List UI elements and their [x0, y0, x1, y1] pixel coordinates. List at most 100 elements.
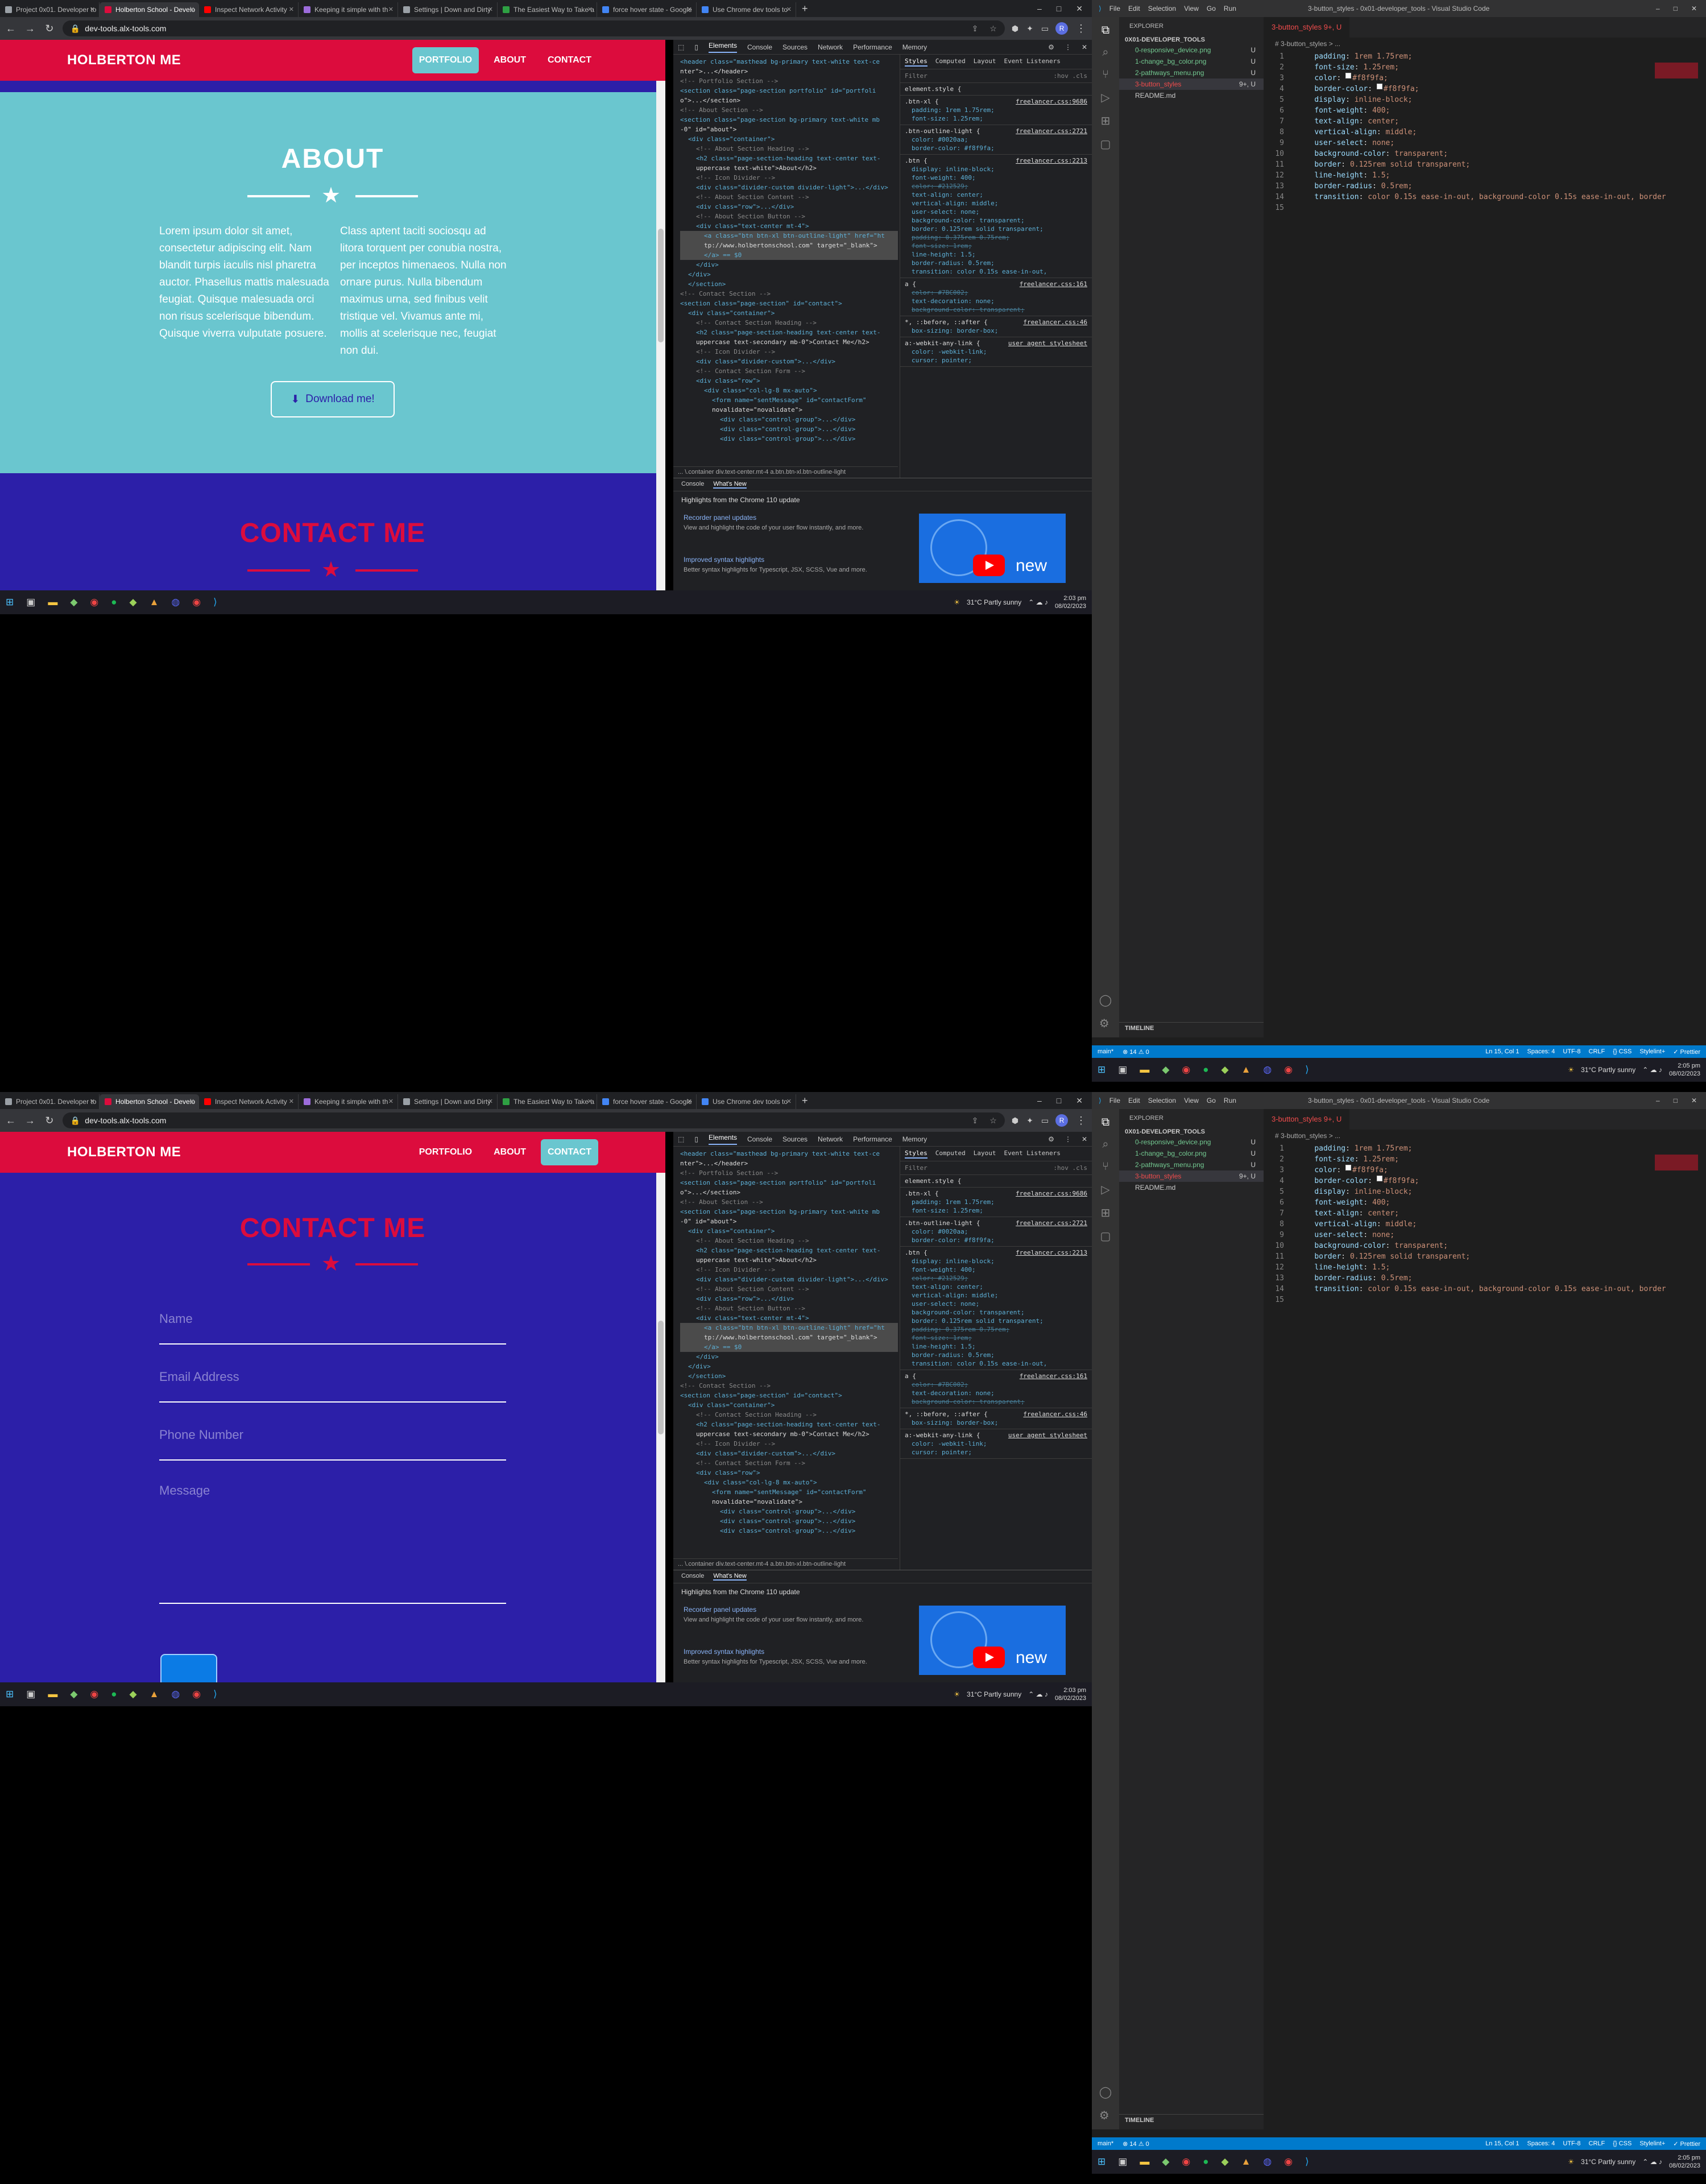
close-tab-icon[interactable]: ✕ [687, 1098, 692, 1105]
dom-node[interactable]: uppercase text-white">About</h2> [680, 163, 898, 173]
explorer-file[interactable]: 0-responsive_device.png U [1119, 44, 1264, 56]
bookmark-star-icon[interactable]: ☆ [989, 24, 997, 34]
css-declaration[interactable]: border-color: #f8f9fa; [905, 1236, 1087, 1244]
dom-node[interactable]: <div class="container"> [680, 308, 898, 318]
dom-node[interactable]: <div class="container"> [680, 1400, 898, 1410]
status-item[interactable]: ⊗ 14 ⚠ 0 [1123, 1048, 1149, 1056]
video-thumbnail[interactable]: new [919, 514, 1066, 583]
spotify-icon[interactable]: ● [1203, 2156, 1208, 2168]
chrome-icon[interactable]: ◉ [90, 597, 98, 608]
explorer-file[interactable]: 3-button_styles 9+, U [1119, 1170, 1264, 1182]
account-icon[interactable]: ◯ [1099, 993, 1112, 1007]
css-declaration[interactable]: border-radius: 0.5rem; [905, 1351, 1087, 1359]
page-scrollbar[interactable] [656, 1173, 665, 1682]
css-declaration[interactable]: color: #7BC002; [905, 1380, 1087, 1389]
close-tab-icon[interactable]: ✕ [786, 6, 792, 13]
minimize-icon[interactable]: – [1037, 4, 1042, 14]
dom-node[interactable]: <form name="sentMessage" id="contactForm… [680, 395, 898, 405]
app-icon[interactable]: ▲ [1241, 2156, 1251, 2168]
app-icon[interactable]: ◆ [1162, 1064, 1169, 1076]
app-icon[interactable]: ◆ [70, 597, 77, 608]
email-input[interactable]: Email Address [159, 1364, 506, 1403]
sidepanel-icon[interactable]: ▭ [1041, 24, 1049, 34]
code-line[interactable]: 14 transition: color 0.15s ease-in-out, … [1264, 1284, 1706, 1294]
styles-subtab[interactable]: Layout [974, 57, 996, 67]
maximize-icon[interactable]: □ [1057, 1096, 1061, 1106]
css-declaration[interactable]: font-size: 1rem; [905, 1334, 1087, 1342]
dom-node[interactable]: <section class="page-section bg-primary … [680, 1207, 898, 1217]
minimap[interactable] [1655, 1155, 1698, 1170]
color-swatch[interactable] [1376, 84, 1382, 89]
download-button[interactable]: ⬇ Download me! [271, 381, 395, 417]
css-rule[interactable]: .btn {freelancer.css:2213 display: inline… [900, 1247, 1092, 1370]
app-icon[interactable]: ◆ [70, 1689, 77, 1700]
styles-subtab[interactable]: Event Listeners [1004, 57, 1060, 67]
weather-text[interactable]: 31°C Partly sunny [1581, 1066, 1635, 1074]
css-declaration[interactable]: text-decoration: none; [905, 297, 1087, 305]
dom-node[interactable]: o">...</section> [680, 96, 898, 105]
hov-cls-toggle[interactable]: :hov .cls [1053, 1164, 1087, 1172]
weather-icon[interactable]: ☀ [1568, 2158, 1574, 2166]
source-control-icon[interactable]: ⑂ [1102, 68, 1109, 81]
status-item[interactable]: Stylelint+ [1639, 1048, 1665, 1056]
task-view-icon[interactable]: ▣ [1118, 2156, 1127, 2168]
minimize-icon[interactable]: – [1656, 5, 1660, 13]
share-icon[interactable]: ⇪ [972, 24, 979, 34]
device-toggle-icon[interactable]: ▯ [694, 1135, 698, 1143]
css-declaration[interactable]: cursor: pointer; [905, 1448, 1087, 1457]
maximize-icon[interactable]: □ [1674, 1097, 1678, 1105]
browser-tab[interactable]: Inspect Network Activity ✕ [199, 2, 299, 17]
css-declaration[interactable]: color: #212529; [905, 182, 1087, 191]
css-rule[interactable]: a:-webkit-any-link {user agent styleshee… [900, 1429, 1092, 1459]
breadcrumb[interactable]: # 3-button_styles > ... [1264, 38, 1706, 50]
chrome-icon[interactable]: ◉ [192, 1689, 201, 1700]
styles-filter-input[interactable]: Filter [905, 72, 927, 80]
dom-node[interactable]: <h2 class="page-section-heading text-cen… [680, 328, 898, 337]
css-declaration[interactable]: user-select: none; [905, 1300, 1087, 1308]
code-line[interactable]: 12 line-height: 1.5; [1264, 170, 1706, 181]
close-window-icon[interactable]: ✕ [1076, 1096, 1083, 1106]
css-source-link[interactable]: freelancer.css:161 [1020, 1372, 1087, 1380]
explorer-file[interactable]: 1-change_bg_color.png U [1119, 1148, 1264, 1159]
dom-node[interactable]: </div> [680, 1362, 898, 1371]
dom-node[interactable]: <!-- Icon Divider --> [680, 1439, 898, 1449]
code-line[interactable]: 6 font-weight: 400; [1264, 105, 1706, 116]
close-tab-icon[interactable]: ✕ [488, 1098, 493, 1105]
dom-node[interactable]: <!-- Contact Section Form --> [680, 1458, 898, 1468]
css-declaration[interactable]: text-align: center; [905, 1283, 1087, 1291]
css-declaration[interactable]: font-size: 1rem; [905, 242, 1087, 250]
browser-tab[interactable]: Keeping it simple with th ✕ [299, 2, 398, 17]
status-item[interactable]: Spaces: 4 [1527, 1048, 1555, 1056]
close-tab-icon[interactable]: ✕ [488, 6, 493, 13]
close-tab-icon[interactable]: ✕ [587, 1098, 593, 1105]
file-explorer-icon[interactable]: ▬ [48, 597, 57, 608]
dom-node[interactable]: <header class="masthead bg-primary text-… [680, 57, 898, 67]
code-line[interactable]: 10 background-color: transparent; [1264, 1240, 1706, 1251]
dom-breadcrumb[interactable]: ... \.container div.text-center.mt-4 a.b… [673, 1558, 898, 1570]
dom-node[interactable]: -0" id="about"> [680, 125, 898, 134]
css-declaration[interactable]: color: #0020aa; [905, 135, 1087, 144]
back-icon[interactable]: ← [5, 1115, 17, 1127]
dom-node[interactable]: <div class="control-group">...</div> [680, 1526, 898, 1536]
dom-node[interactable]: uppercase text-secondary mb-0">Contact M… [680, 337, 898, 347]
code-line[interactable]: 3 color: #f8f9fa; [1264, 73, 1706, 84]
search-icon[interactable]: ⌕ [1102, 1138, 1108, 1151]
vscode-icon[interactable]: ⟩ [1305, 1064, 1309, 1076]
dom-node[interactable]: <div class="divider-custom">...</div> [680, 357, 898, 366]
sidepanel-icon[interactable]: ▭ [1041, 1116, 1049, 1126]
menu-item[interactable]: Selection [1148, 1097, 1176, 1105]
dom-node[interactable]: <div class="row">...</div> [680, 202, 898, 212]
nav-link[interactable]: ABOUT [487, 1139, 533, 1165]
menu-kebab-icon[interactable]: ⋮ [1075, 1115, 1087, 1127]
css-source-link[interactable]: user agent stylesheet [1008, 1431, 1087, 1440]
browser-tab[interactable]: Holberton School - Develo ✕ [100, 1094, 199, 1109]
status-item[interactable]: UTF-8 [1563, 1048, 1580, 1056]
code-line[interactable]: 7 text-align: center; [1264, 116, 1706, 127]
css-rule[interactable]: .btn-xl {freelancer.css:9686 padding: 1re… [900, 1188, 1092, 1217]
browser-tab[interactable]: Settings | Down and Dirty ✕ [398, 1094, 498, 1109]
code-line[interactable]: 7 text-align: center; [1264, 1208, 1706, 1219]
video-thumbnail[interactable]: new [919, 1606, 1066, 1675]
color-swatch[interactable] [1345, 73, 1352, 78]
dom-node[interactable]: <div class="row"> [680, 1468, 898, 1478]
device-toggle-icon[interactable]: ▯ [694, 43, 698, 51]
